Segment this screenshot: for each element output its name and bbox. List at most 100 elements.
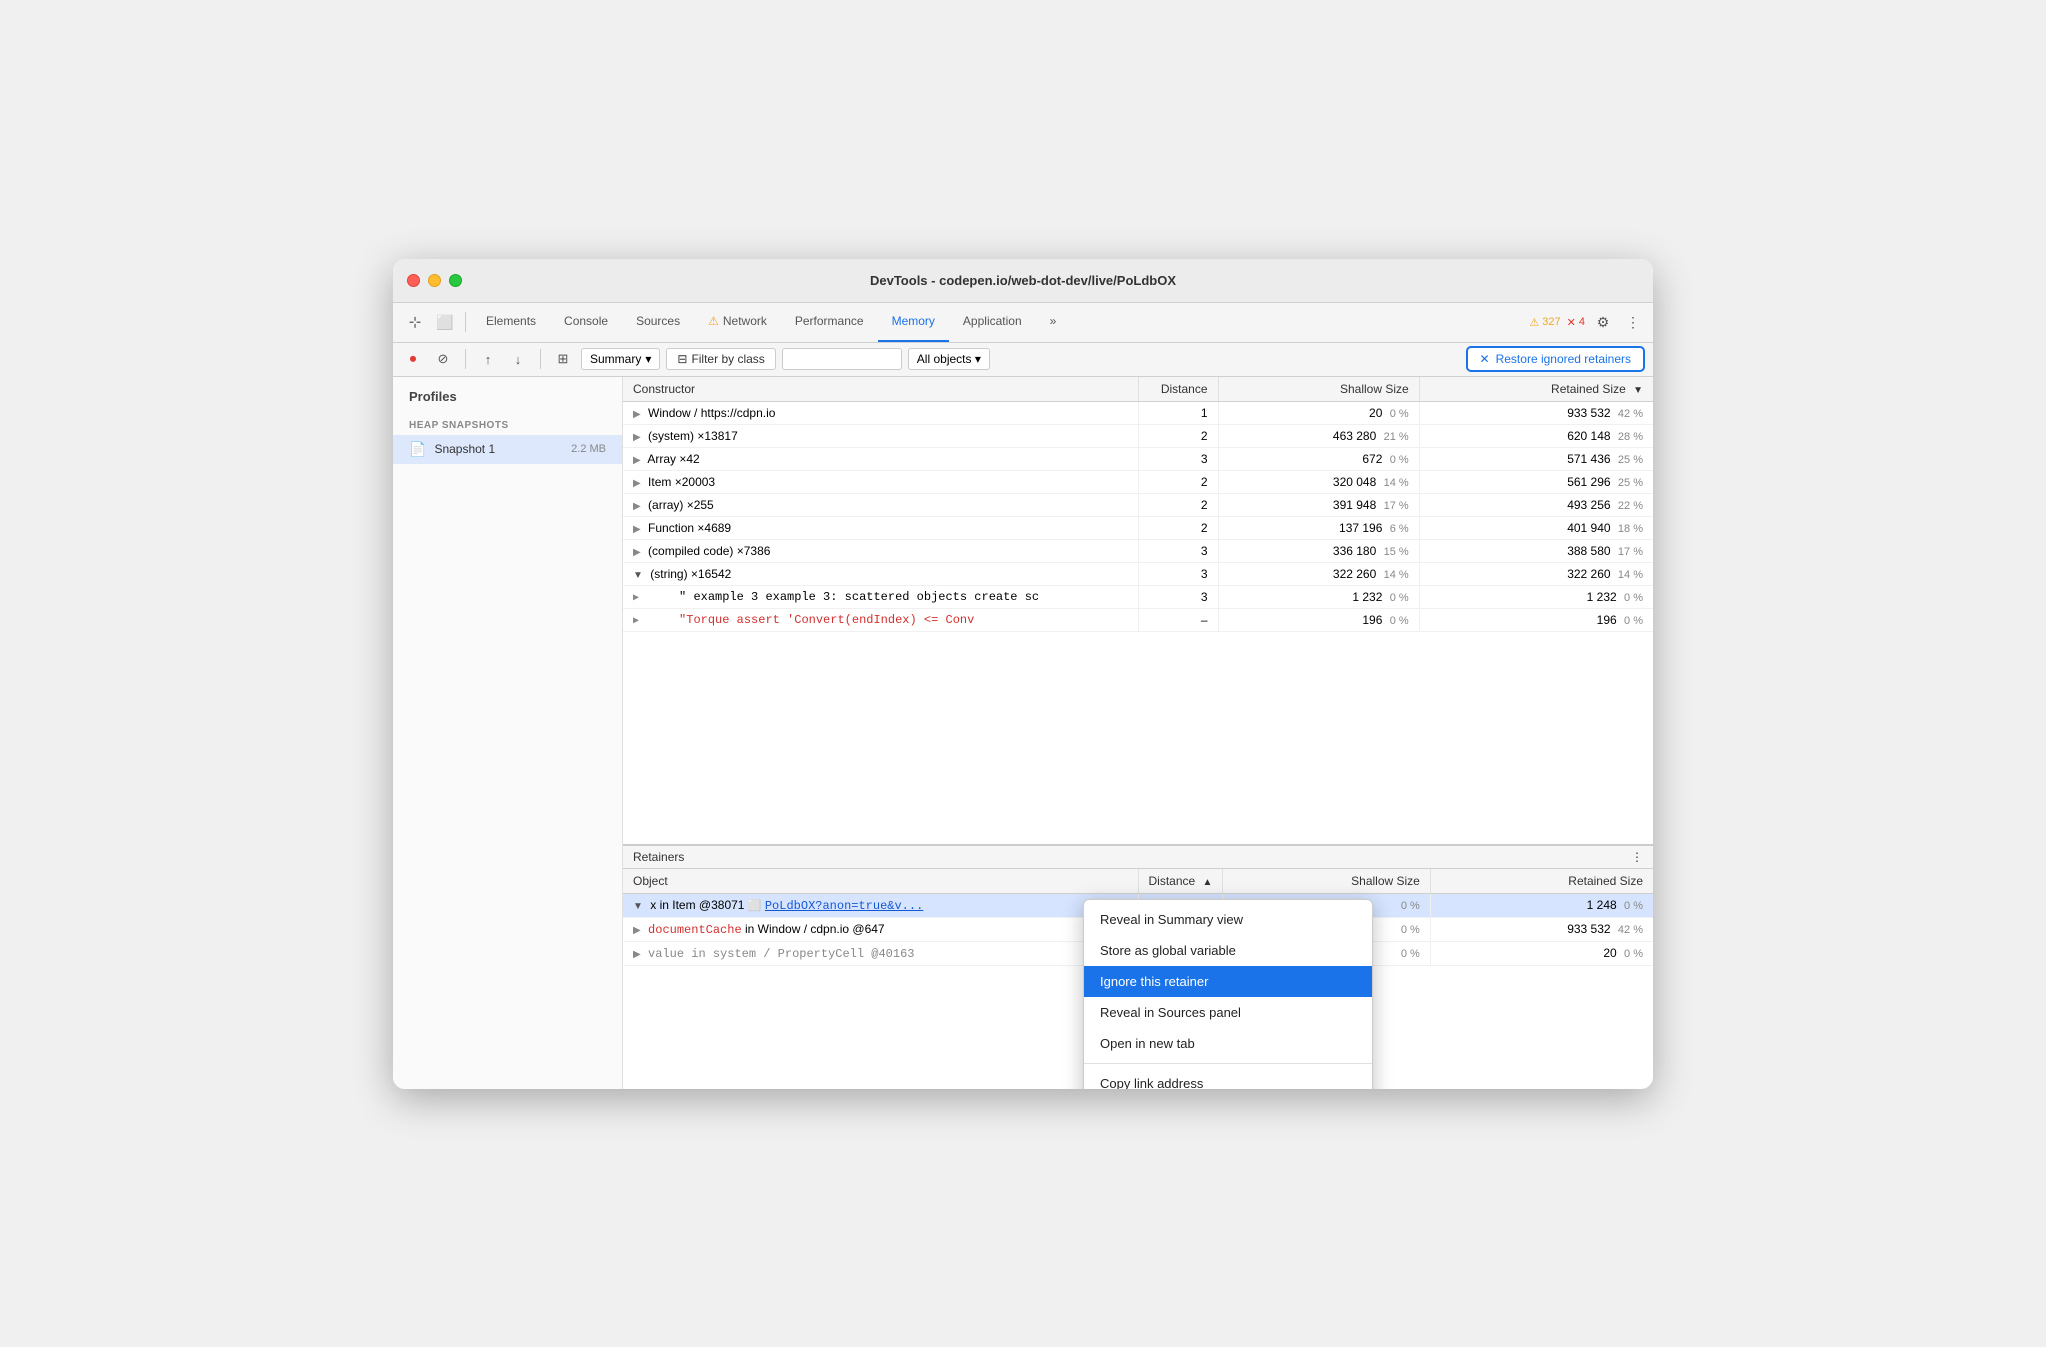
expand-icon[interactable]: ▶ bbox=[633, 478, 641, 489]
restore-ignored-button[interactable]: ✕ Restore ignored retainers bbox=[1466, 346, 1645, 372]
constructor-cell: ▶ Array ×42 bbox=[623, 447, 1138, 470]
ret-distance-header[interactable]: Distance ▲ bbox=[1138, 869, 1223, 894]
retained-cell: 561 296 25 % bbox=[1419, 470, 1653, 493]
ret-retained-header[interactable]: Retained Size bbox=[1430, 869, 1653, 894]
constructor-cell: ▶ "Torque assert 'Convert(endIndex) <= C… bbox=[623, 608, 1138, 631]
tab-console[interactable]: Console bbox=[550, 302, 622, 342]
tab-bar: Elements Console Sources ⚠ Network Perfo… bbox=[472, 302, 1527, 342]
retained-size-header[interactable]: Retained Size ▼ bbox=[1419, 377, 1653, 402]
expand-icon[interactable]: ▶ bbox=[633, 432, 641, 443]
constructor-cell: ▶ (compiled code) ×7386 bbox=[623, 539, 1138, 562]
upload-icon[interactable]: ↑ bbox=[476, 347, 500, 371]
constructor-cell: ▶ (system) ×13817 bbox=[623, 424, 1138, 447]
table-row[interactable]: ▶ (system) ×13817 2 463 280 21 % 620 148… bbox=[623, 424, 1653, 447]
context-menu-item-store-global[interactable]: Store as global variable bbox=[1084, 935, 1372, 966]
all-objects-dropdown[interactable]: All objects ▾ bbox=[908, 348, 990, 370]
constructor-cell: ▶ Window / https://cdpn.io bbox=[623, 401, 1138, 424]
record-icon[interactable]: ⏺ bbox=[401, 347, 425, 371]
minimize-button[interactable] bbox=[428, 274, 441, 287]
constructor-header[interactable]: Constructor bbox=[623, 377, 1138, 402]
table-row[interactable]: ▶ Window / https://cdpn.io 1 20 0 % 933 … bbox=[623, 401, 1653, 424]
retained-cell: 493 256 22 % bbox=[1419, 493, 1653, 516]
inspect-icon[interactable]: ⊹ bbox=[401, 308, 429, 336]
snapshot-size: 2.2 MB bbox=[571, 443, 606, 455]
context-menu-item-reveal-sources[interactable]: Reveal in Sources panel bbox=[1084, 997, 1372, 1028]
context-menu-item-reveal-summary[interactable]: Reveal in Summary view bbox=[1084, 904, 1372, 935]
snapshot-icon: 📄 bbox=[409, 441, 426, 458]
expand-icon[interactable]: ▶ bbox=[633, 524, 641, 535]
constructor-cell: ▶ (array) ×255 bbox=[623, 493, 1138, 516]
context-menu-item-open-new-tab[interactable]: Open in new tab bbox=[1084, 1028, 1372, 1059]
expand-icon[interactable]: ▼ bbox=[633, 570, 643, 581]
expand-icon[interactable]: ▶ bbox=[633, 925, 641, 936]
warning-count: 327 bbox=[1542, 316, 1560, 328]
retained-cell: 401 940 18 % bbox=[1419, 516, 1653, 539]
ret-retained-cell: 20 0 % bbox=[1430, 941, 1653, 965]
restore-icon: ✕ bbox=[1480, 352, 1490, 366]
retainers-scroll-icon: ⋮ bbox=[1631, 850, 1643, 864]
stop-icon[interactable]: ⊘ bbox=[431, 347, 455, 371]
expand-icon[interactable]: ▶ bbox=[633, 593, 639, 604]
traffic-lights bbox=[407, 274, 462, 287]
device-icon[interactable]: ⬜ bbox=[431, 308, 459, 336]
object-cell: ▶ documentCache in Window / cdpn.io @647 bbox=[623, 917, 1138, 941]
sidebar-item-snapshot1[interactable]: 📄 Snapshot 1 2.2 MB bbox=[393, 435, 622, 464]
filter-button[interactable]: ⊟ Filter by class bbox=[666, 348, 775, 370]
distance-header[interactable]: Distance bbox=[1138, 377, 1218, 402]
table-row[interactable]: ▶ (compiled code) ×7386 3 336 180 15 % 3… bbox=[623, 539, 1653, 562]
summary-dropdown[interactable]: Summary ▾ bbox=[581, 348, 660, 370]
table-row[interactable]: ▶ Array ×42 3 672 0 % 571 436 25 % bbox=[623, 447, 1653, 470]
devtools-window: DevTools - codepen.io/web-dot-dev/live/P… bbox=[393, 259, 1653, 1089]
retainer-link[interactable]: PoLdbOX?anon=true&v... bbox=[765, 899, 923, 913]
tab-more[interactable]: » bbox=[1036, 302, 1071, 342]
expand-icon[interactable]: ▶ bbox=[633, 455, 641, 466]
table-row[interactable]: ▶ " example 3 example 3: scattered objec… bbox=[623, 585, 1653, 608]
ctx-item-label: Store as global variable bbox=[1100, 943, 1236, 958]
snapshot-name: Snapshot 1 bbox=[434, 442, 563, 456]
shallow-size-header[interactable]: Shallow Size bbox=[1218, 377, 1419, 402]
distance-cell: 3 bbox=[1138, 447, 1218, 470]
close-button[interactable] bbox=[407, 274, 420, 287]
expand-icon[interactable]: ▼ bbox=[633, 901, 643, 912]
expand-icon[interactable]: ▶ bbox=[633, 501, 641, 512]
tab-network[interactable]: ⚠ Network bbox=[694, 302, 781, 342]
network-warning-icon: ⚠ bbox=[708, 314, 719, 328]
object-header[interactable]: Object bbox=[623, 869, 1138, 894]
tab-application[interactable]: Application bbox=[949, 302, 1036, 342]
expand-icon[interactable]: ▶ bbox=[633, 409, 641, 420]
lower-table[interactable]: Object Distance ▲ Shallow Size Retained … bbox=[623, 869, 1653, 1089]
settings-icon[interactable]: ⚙ bbox=[1591, 310, 1615, 334]
chevron-down-icon: ▾ bbox=[975, 352, 981, 366]
tab-sources[interactable]: Sources bbox=[622, 302, 694, 342]
object-cell: ▼ x in Item @38071 ⬜ PoLdbOX?anon=true&v… bbox=[623, 893, 1138, 917]
table-row[interactable]: ▶ (array) ×255 2 391 948 17 % 493 256 22… bbox=[623, 493, 1653, 516]
tab-memory[interactable]: Memory bbox=[878, 302, 949, 342]
filter-icon: ⊟ bbox=[677, 352, 687, 366]
error-icon: ✕ bbox=[1567, 316, 1576, 329]
table-row[interactable]: ▶ Function ×4689 2 137 196 6 % 401 940 1… bbox=[623, 516, 1653, 539]
clear-icon[interactable]: ⊞ bbox=[551, 347, 575, 371]
tab-performance[interactable]: Performance bbox=[781, 302, 878, 342]
table-header-row: Constructor Distance Shallow Size Retain… bbox=[623, 377, 1653, 402]
fullscreen-button[interactable] bbox=[449, 274, 462, 287]
context-menu-item-copy-link[interactable]: Copy link address bbox=[1084, 1068, 1372, 1089]
retained-cell: 933 532 42 % bbox=[1419, 401, 1653, 424]
tab-elements[interactable]: Elements bbox=[472, 302, 550, 342]
sidebar-title: Profiles bbox=[393, 389, 622, 412]
table-row[interactable]: ▶ Item ×20003 2 320 048 14 % 561 296 25 … bbox=[623, 470, 1653, 493]
expand-icon[interactable]: ▶ bbox=[633, 949, 641, 960]
table-row[interactable]: ▼ (string) ×16542 3 322 260 14 % 322 260… bbox=[623, 562, 1653, 585]
download-icon[interactable]: ↓ bbox=[506, 347, 530, 371]
class-filter-input[interactable] bbox=[782, 348, 902, 370]
titlebar: DevTools - codepen.io/web-dot-dev/live/P… bbox=[393, 259, 1653, 303]
ret-shallow-header[interactable]: Shallow Size bbox=[1223, 869, 1430, 894]
ctx-item-label: Reveal in Sources panel bbox=[1100, 1005, 1241, 1020]
constructor-table: Constructor Distance Shallow Size Retain… bbox=[623, 377, 1653, 632]
window-title: DevTools - codepen.io/web-dot-dev/live/P… bbox=[870, 273, 1176, 288]
table-row[interactable]: ▶ "Torque assert 'Convert(endIndex) <= C… bbox=[623, 608, 1653, 631]
expand-icon[interactable]: ▶ bbox=[633, 547, 641, 558]
upper-table[interactable]: Constructor Distance Shallow Size Retain… bbox=[623, 377, 1653, 846]
more-options-icon[interactable]: ⋮ bbox=[1621, 310, 1645, 334]
expand-icon[interactable]: ▶ bbox=[633, 616, 639, 627]
context-menu-item-ignore-retainer[interactable]: Ignore this retainer bbox=[1084, 966, 1372, 997]
